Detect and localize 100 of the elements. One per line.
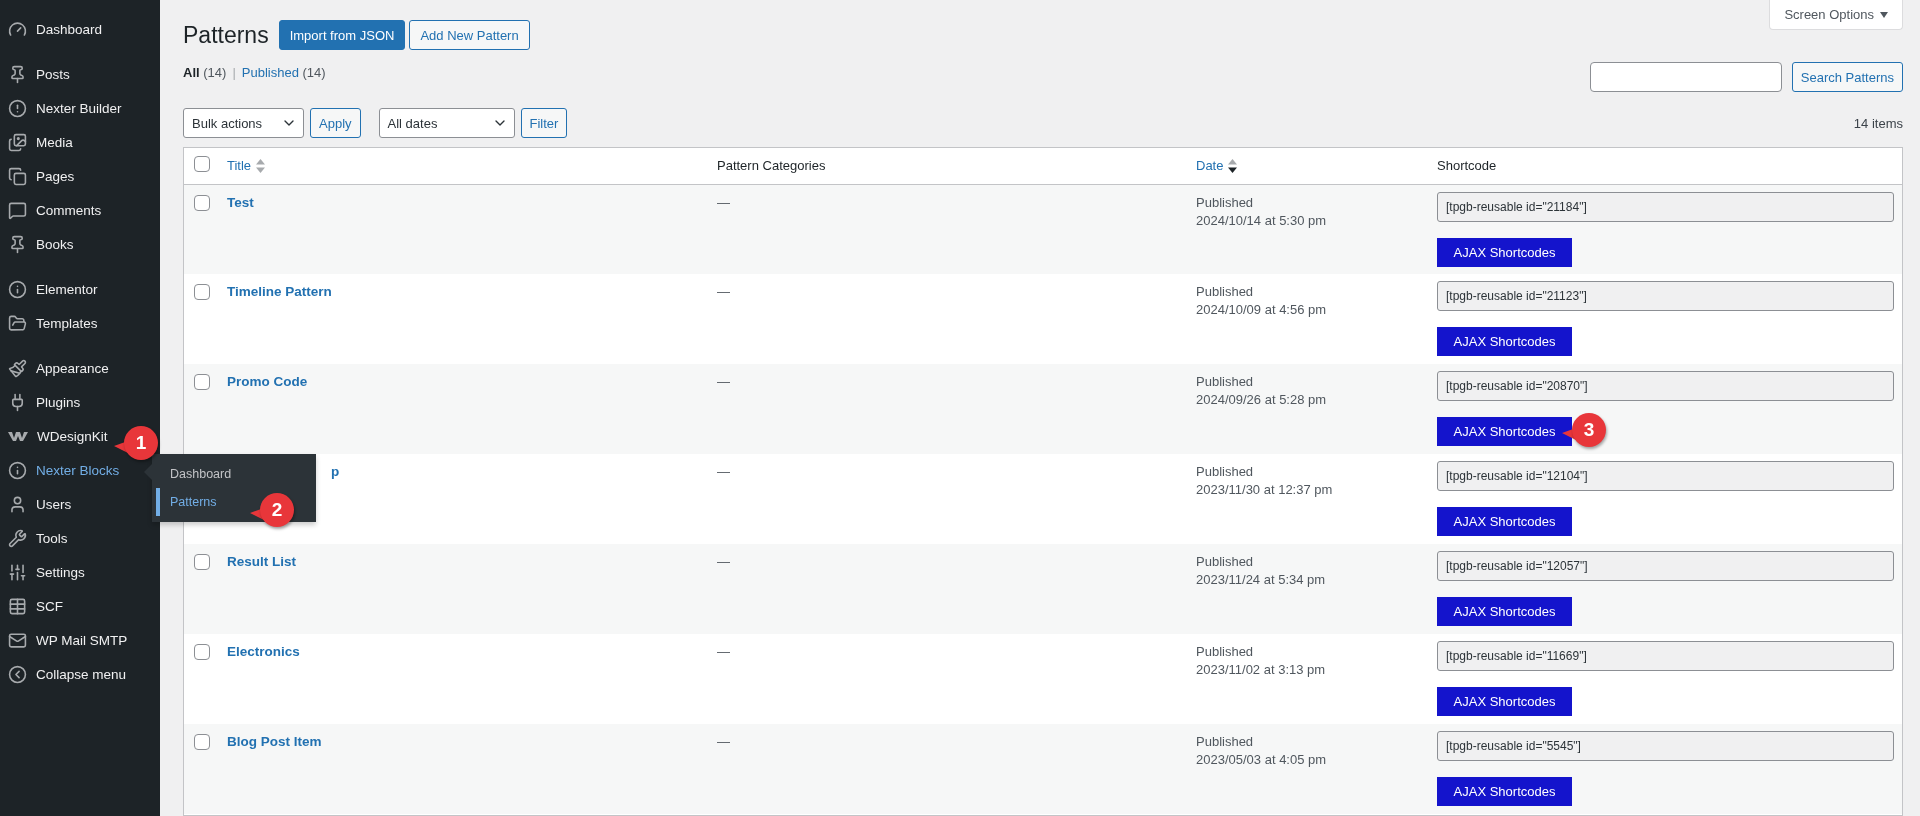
sidebar-item[interactable]: Users — [0, 487, 78, 521]
sidebar-item[interactable]: Pages — [0, 159, 81, 193]
item-count: 14 items — [1853, 115, 1903, 131]
row-checkbox[interactable] — [194, 194, 210, 211]
sidebar-item[interactable]: Nexter Builder — [0, 91, 128, 125]
header-button[interactable]: Import from JSON — [278, 20, 406, 50]
pattern-title-link[interactable]: Blog Post Item — [227, 734, 322, 749]
sidebar-item[interactable]: Plugins — [0, 385, 87, 419]
shortcode-field[interactable]: [tpgb-reusable id="21123"] — [1437, 281, 1894, 311]
ajax-shortcodes-button[interactable]: AJAX Shortcodes — [1437, 777, 1572, 806]
menu-icon — [8, 664, 27, 684]
date-text: 2023/05/03 at 4:05 pm — [1196, 751, 1328, 769]
menu-icon — [8, 98, 27, 118]
sidebar-item[interactable]: Settings — [0, 555, 91, 589]
dates-select[interactable]: All dates — [378, 108, 515, 138]
view-link[interactable]: Published (14) — [241, 65, 326, 80]
sidebar-item[interactable]: WP Mail SMTP — [0, 623, 134, 657]
column-header: Shortcode — [1437, 158, 1497, 174]
menu-icon — [8, 132, 27, 152]
menu-icon — [8, 562, 27, 582]
pattern-title-link[interactable]: Timeline Pattern — [227, 284, 332, 299]
categories-cell: — — [717, 284, 730, 299]
select-all-checkbox[interactable] — [194, 156, 210, 173]
date-text: 2024/10/09 at 4:56 pm — [1196, 301, 1328, 319]
sidebar-item[interactable]: Appearance — [0, 351, 115, 385]
sidebar-item[interactable]: Tools — [0, 521, 74, 555]
categories-cell: — — [717, 554, 730, 569]
bulk-actions-select[interactable]: Bulk actions — [183, 108, 304, 138]
ajax-shortcodes-button[interactable]: AJAX Shortcodes — [1437, 687, 1572, 716]
pattern-title-link[interactable]: Test — [227, 194, 254, 210]
shortcode-field[interactable]: [tpgb-reusable id="12057"] — [1437, 551, 1894, 581]
menu-icon — [8, 528, 27, 548]
screen-options-button[interactable]: Screen Options — [1769, 0, 1903, 30]
column-header[interactable]: Date — [1196, 158, 1238, 174]
sidebar-item[interactable]: Books — [0, 227, 80, 261]
shortcode-field[interactable]: [tpgb-reusable id="21184"] — [1437, 191, 1894, 222]
categories-cell: — — [717, 194, 730, 210]
column-header[interactable]: Title — [227, 158, 266, 174]
shortcode-field[interactable]: [tpgb-reusable id="12104"] — [1437, 461, 1894, 491]
categories-cell: — — [717, 374, 730, 389]
sidebar-item[interactable]: Templates — [0, 306, 104, 340]
row-checkbox[interactable] — [194, 734, 210, 750]
column-header: Pattern Categories — [717, 158, 826, 174]
status-text: Published — [1196, 373, 1255, 391]
header-button[interactable]: Add New Pattern — [409, 20, 530, 50]
search-button[interactable]: Search Patterns — [1791, 62, 1903, 92]
menu-icon — [8, 630, 27, 650]
status-text: Published — [1196, 553, 1255, 571]
menu-icon — [8, 460, 27, 480]
pattern-title-link[interactable]: p — [331, 464, 340, 479]
ajax-shortcodes-button[interactable]: AJAX Shortcodes — [1437, 237, 1572, 267]
view-separator: | — [232, 65, 236, 80]
row-checkbox[interactable] — [194, 284, 210, 300]
apply-button[interactable]: Apply — [310, 108, 361, 138]
menu-icon — [8, 358, 27, 378]
sidebar-item[interactable]: Nexter Blocks — [0, 453, 126, 487]
row-checkbox[interactable] — [194, 374, 210, 390]
row-checkbox[interactable] — [194, 554, 210, 570]
menu-icon — [8, 200, 27, 220]
sidebar-item[interactable]: Elementor — [0, 272, 104, 306]
ajax-shortcodes-button[interactable]: AJAX Shortcodes — [1437, 327, 1572, 356]
menu-icon — [8, 234, 27, 254]
date-text: 2024/10/14 at 5:30 pm — [1196, 211, 1328, 230]
ajax-shortcodes-button[interactable]: AJAX Shortcodes — [1437, 597, 1572, 626]
sidebar-item[interactable]: Comments — [0, 193, 108, 227]
row-checkbox[interactable] — [194, 644, 210, 660]
date-text: 2023/11/24 at 5:34 pm — [1196, 571, 1327, 589]
sidebar-item[interactable]: WDesignKit — [0, 419, 114, 453]
ajax-shortcodes-button[interactable]: AJAX Shortcodes — [1437, 417, 1572, 446]
categories-cell: — — [717, 464, 730, 479]
menu-icon — [8, 19, 27, 39]
page-title: Patterns — [183, 21, 269, 49]
filter-button[interactable]: Filter — [520, 108, 568, 138]
sidebar-item[interactable]: Dashboard — [0, 12, 109, 46]
date-text: 2023/11/02 at 3:13 pm — [1196, 661, 1327, 679]
date-text: 2023/11/30 at 12:37 pm — [1196, 481, 1334, 499]
sidebar-item[interactable]: Collapse menu — [0, 657, 133, 691]
shortcode-field[interactable]: [tpgb-reusable id="20870"] — [1437, 371, 1894, 401]
view-link[interactable]: All (14) — [183, 65, 227, 80]
menu-icon — [8, 596, 27, 616]
date-text: 2024/09/26 at 5:28 pm — [1196, 391, 1328, 409]
categories-cell: — — [717, 734, 730, 749]
ajax-shortcodes-button[interactable]: AJAX Shortcodes — [1437, 507, 1572, 536]
pattern-title-link[interactable]: Promo Code — [227, 374, 308, 389]
pattern-title-link[interactable]: Result List — [227, 554, 296, 569]
search-field[interactable] — [1589, 62, 1782, 92]
status-text: Published — [1196, 193, 1255, 212]
sidebar-item[interactable]: Posts — [0, 57, 76, 91]
shortcode-field[interactable]: [tpgb-reusable id="5545"] — [1437, 731, 1894, 761]
sidebar-item[interactable]: SCF — [0, 589, 69, 623]
menu-icon — [8, 279, 27, 299]
status-text: Published — [1196, 283, 1255, 301]
status-text: Published — [1196, 733, 1255, 751]
submenu-item[interactable]: Dashboard — [156, 460, 316, 488]
menu-icon — [8, 313, 27, 333]
pattern-title-link[interactable]: Electronics — [227, 644, 300, 659]
categories-cell: — — [717, 644, 730, 659]
shortcode-field[interactable]: [tpgb-reusable id="11669"] — [1437, 641, 1894, 671]
sidebar-item[interactable]: Media — [0, 125, 79, 159]
caret-icon — [1880, 11, 1888, 18]
